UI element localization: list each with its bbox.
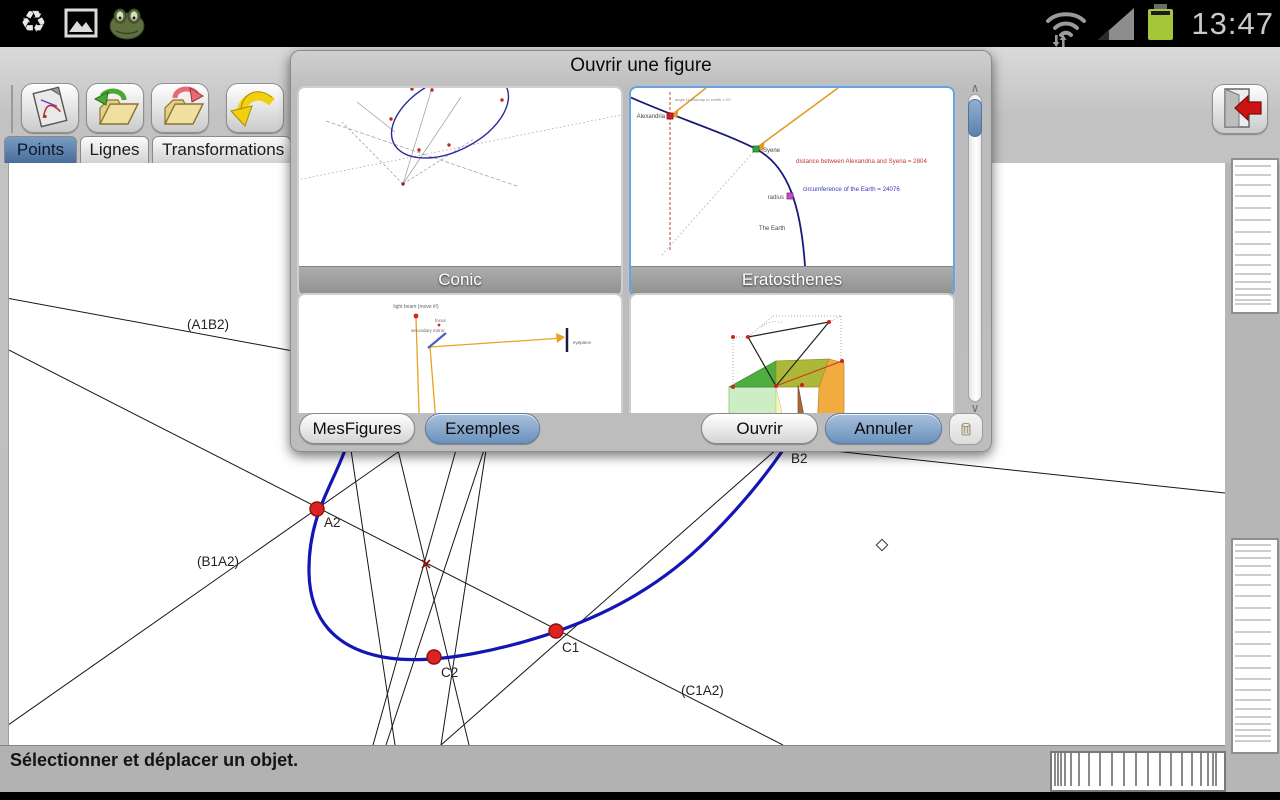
erato-earth-label: The Earth bbox=[759, 226, 785, 232]
tab-points-label: Points bbox=[17, 140, 64, 160]
gallery-icon bbox=[64, 8, 98, 43]
conic-thumbnail-drawing bbox=[299, 88, 621, 266]
telescope-thumbnail: light beam (move it!) focus secondary mi… bbox=[299, 295, 621, 413]
battery-icon bbox=[1148, 9, 1173, 40]
point-c2[interactable] bbox=[427, 650, 441, 664]
telescope-mirror-label: secondary mirror bbox=[411, 328, 445, 333]
eratosthenes-thumbnail-drawing: angle t1 stick/ray to zenith ≈ 01° Alexa… bbox=[631, 88, 953, 266]
trash-icon bbox=[959, 421, 973, 437]
undo-button[interactable] bbox=[226, 83, 284, 133]
exemples-button[interactable]: Exemples bbox=[425, 413, 540, 444]
telescope-lightbeam-label: light beam (move it!) bbox=[393, 304, 439, 310]
new-figure-button[interactable] bbox=[21, 83, 79, 133]
telescope-thumbnail-drawing: light beam (move it!) focus secondary mi… bbox=[299, 295, 621, 413]
erato-alexandria-label: Alexandria bbox=[637, 114, 666, 120]
erato-angle-note: angle t1 stick/ray to zenith ≈ 01° bbox=[675, 97, 732, 102]
annuler-label: Annuler bbox=[854, 419, 913, 439]
open-folder-green-icon bbox=[88, 84, 142, 130]
erato-distance-text: distance between Alexandria and Syena = … bbox=[796, 158, 927, 165]
toolbar-divider bbox=[11, 85, 13, 133]
figure-card-telescope[interactable]: light beam (move it!) focus secondary mi… bbox=[297, 293, 623, 413]
open-figure-button[interactable] bbox=[86, 83, 144, 133]
label-line-a1b2: (A1B2) bbox=[187, 317, 229, 332]
figure-list: Conic bbox=[297, 81, 961, 413]
conic-curve[interactable] bbox=[309, 450, 783, 660]
erato-syene-label: Syene bbox=[763, 148, 781, 154]
point-a2[interactable] bbox=[310, 502, 324, 516]
line-fan-3[interactable] bbox=[373, 450, 456, 745]
solid-net-thumbnail bbox=[631, 295, 953, 413]
line-b1a2[interactable] bbox=[9, 450, 401, 730]
magnification-slider[interactable] bbox=[1050, 751, 1226, 792]
label-line-b1a2: (B1A2) bbox=[197, 554, 239, 569]
exit-app-button[interactable] bbox=[1212, 84, 1268, 134]
line-fan-5[interactable] bbox=[441, 450, 486, 745]
tab-points[interactable]: Points bbox=[4, 136, 77, 163]
dialog-scrollbar: ∧ ∨ bbox=[965, 83, 983, 413]
app-screen: ♻ bbox=[0, 0, 1280, 800]
erato-radius-label: radius bbox=[768, 195, 784, 201]
line-a1b2-left[interactable] bbox=[9, 297, 293, 351]
android-status-bar: ♻ bbox=[0, 0, 1280, 47]
recycle-icon: ♻ bbox=[20, 6, 47, 40]
line-fan-1[interactable] bbox=[351, 450, 395, 745]
tab-transformations[interactable]: Transformations bbox=[152, 136, 291, 163]
conic-thumbnail bbox=[299, 88, 621, 266]
mes-figures-button[interactable]: MesFigures bbox=[299, 413, 415, 444]
bottom-edge bbox=[0, 792, 1280, 800]
label-point-a2: A2 bbox=[324, 515, 341, 530]
status-bar-clock: 13:47 bbox=[1191, 6, 1274, 42]
wifi-icon bbox=[1042, 7, 1088, 52]
tab-lignes[interactable]: Lignes bbox=[80, 136, 149, 163]
exit-door-icon bbox=[1215, 85, 1265, 131]
line-fan-2[interactable] bbox=[398, 450, 469, 745]
open-folder-red-icon bbox=[153, 84, 207, 130]
zoom-slider-top[interactable] bbox=[1231, 158, 1279, 314]
diamond-point[interactable] bbox=[876, 539, 887, 550]
new-figure-icon bbox=[23, 84, 77, 130]
annuler-button[interactable]: Annuler bbox=[825, 413, 942, 444]
undo-arrow-icon bbox=[228, 84, 282, 130]
free-points[interactable] bbox=[310, 502, 563, 664]
scrollbar-track[interactable] bbox=[968, 94, 982, 402]
figure-label-conic: Conic bbox=[299, 266, 621, 294]
frog-icon bbox=[108, 6, 146, 45]
zoom-slider-bottom[interactable] bbox=[1231, 538, 1279, 754]
label-line-c1a2: (C1A2) bbox=[681, 683, 724, 698]
cell-signal-icon bbox=[1098, 8, 1136, 45]
label-point-c2: C2 bbox=[441, 665, 458, 680]
save-figure-button[interactable] bbox=[151, 83, 209, 133]
figure-card-conic[interactable]: Conic bbox=[297, 86, 623, 297]
telescope-focus-label: focus bbox=[435, 318, 447, 323]
solid-net-thumbnail-drawing bbox=[631, 295, 953, 413]
delete-figure-button[interactable] bbox=[949, 413, 983, 445]
line-fan-4[interactable] bbox=[386, 450, 484, 745]
erato-circumference-text: circumference of the Earth = 24076 bbox=[803, 186, 900, 193]
figure-label-eratosthenes: Eratosthenes bbox=[631, 266, 953, 294]
eratosthenes-thumbnail: angle t1 stick/ray to zenith ≈ 01° Alexa… bbox=[631, 88, 953, 266]
tab-lignes-label: Lignes bbox=[89, 140, 139, 160]
dialog-title: Ouvrir une figure bbox=[291, 55, 991, 77]
ouvrir-label: Ouvrir bbox=[736, 419, 782, 439]
label-point-b2: B2 bbox=[791, 451, 808, 466]
scroll-up-icon[interactable]: ∧ bbox=[968, 81, 982, 95]
exemples-label: Exemples bbox=[445, 419, 520, 439]
figure-card-solid-net[interactable] bbox=[629, 293, 955, 413]
figure-card-eratosthenes[interactable]: angle t1 stick/ray to zenith ≈ 01° Alexa… bbox=[629, 86, 955, 297]
line-a1b2-right[interactable] bbox=[834, 451, 1225, 493]
point-c1[interactable] bbox=[549, 624, 563, 638]
scrollbar-thumb[interactable] bbox=[968, 99, 982, 137]
open-figure-dialog: Ouvrir une figure bbox=[290, 50, 992, 452]
tab-transformations-label: Transformations bbox=[162, 140, 284, 160]
status-message: Sélectionner et déplacer un objet. bbox=[10, 750, 298, 771]
label-point-c1: C1 bbox=[562, 640, 579, 655]
telescope-eyepiece-label: eyepiece bbox=[573, 340, 592, 345]
ouvrir-button[interactable]: Ouvrir bbox=[701, 413, 818, 444]
mes-figures-label: MesFigures bbox=[313, 419, 402, 439]
